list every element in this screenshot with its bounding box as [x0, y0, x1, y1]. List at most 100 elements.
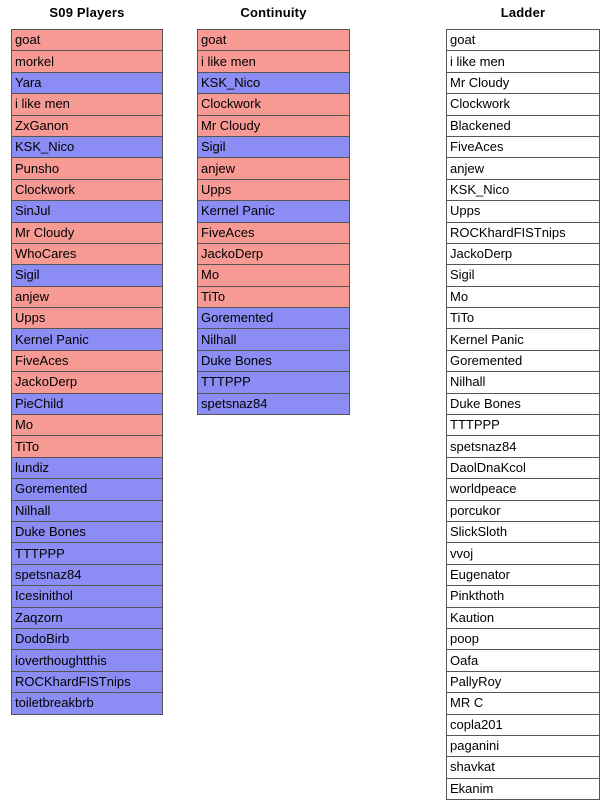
table-row: FiveAces	[197, 221, 350, 244]
player-name-cell: Mr Cloudy	[197, 114, 350, 137]
player-name-cell: KSK_Nico	[446, 178, 600, 202]
table-row: FiveAces	[11, 349, 163, 373]
table-row: ROCKhardFISTnips	[11, 670, 163, 694]
player-name-cell: worldpeace	[446, 478, 600, 501]
player-name-cell: i like men	[197, 50, 350, 73]
player-name-cell: SlickSloth	[446, 520, 600, 544]
table-row: PieChild	[11, 392, 163, 416]
table-row: MR C	[446, 692, 600, 715]
player-name-cell: Punsho	[11, 157, 163, 180]
player-name-cell: Mr Cloudy	[11, 221, 163, 244]
table-row: DaolDnaKcol	[446, 456, 600, 480]
table-row: i like men	[197, 50, 350, 73]
table-row: copla201	[446, 713, 600, 736]
player-name-cell: DodoBirb	[11, 627, 163, 651]
player-name-cell: spetsnaz84	[11, 563, 163, 587]
table-row: Goremented	[197, 307, 350, 330]
table-row: Clockwork	[446, 93, 600, 116]
column-title-continuity: Continuity	[240, 5, 307, 20]
table-row: JackoDerp	[197, 242, 350, 266]
player-name-cell: Goremented	[197, 307, 350, 330]
player-name-cell: Nilhall	[197, 328, 350, 351]
player-name-cell: PallyRoy	[446, 670, 600, 694]
player-name-cell: TTTPPP	[11, 542, 163, 565]
table-row: TiTo	[11, 435, 163, 458]
player-name-cell: poop	[446, 627, 600, 651]
table-row: anjew	[197, 157, 350, 180]
table-row: Nilhall	[197, 328, 350, 351]
table-row: Nilhall	[11, 499, 163, 522]
player-name-cell: JackoDerp	[197, 242, 350, 266]
player-name-cell: TTTPPP	[197, 371, 350, 394]
table-row: Pinkthoth	[446, 585, 600, 608]
table-row: Goremented	[11, 478, 163, 501]
table-row: i like men	[11, 93, 163, 116]
table-row: TiTo	[197, 285, 350, 309]
table-row: Sigil	[446, 264, 600, 287]
table-ladder: goat i like men Mr Cloudy Clockwork Blackene…	[446, 28, 600, 800]
table-row: Kernel Panic	[11, 328, 163, 351]
player-name-cell: Sigil	[11, 264, 163, 287]
player-name-cell: ROCKhardFISTnips	[446, 221, 600, 244]
table-row: Mr Cloudy	[446, 71, 600, 95]
player-name-cell: Kernel Panic	[197, 200, 350, 223]
player-name-cell: TiTo	[446, 307, 600, 330]
column-ladder: Ladder goat i like men Mr Cloudy Clockwork B…	[446, 0, 600, 800]
column-title-s09-players: S09 Players	[49, 5, 125, 20]
player-name-cell: TiTo	[197, 285, 350, 309]
table-row: Nilhall	[446, 371, 600, 394]
player-name-cell: Ekanim	[446, 777, 600, 800]
player-name-cell: Goremented	[11, 478, 163, 501]
player-name-cell: Sigil	[197, 135, 350, 159]
table-row: Mo	[446, 285, 600, 309]
player-name-cell: porcukor	[446, 499, 600, 522]
table-row: Mr Cloudy	[197, 114, 350, 137]
player-name-cell: TTTPPP	[446, 414, 600, 437]
player-name-cell: Kaution	[446, 606, 600, 629]
player-name-cell: Goremented	[446, 349, 600, 373]
table-s09-players: goat morkel Yara i like men ZxGanon KSK_Nico P…	[11, 28, 163, 715]
player-name-cell: i like men	[11, 93, 163, 116]
table-row: KSK_Nico	[197, 71, 350, 95]
table-row: Duke Bones	[446, 392, 600, 416]
player-name-cell: anjew	[11, 285, 163, 309]
player-name-cell: anjew	[446, 157, 600, 180]
player-name-cell: Icesinithol	[11, 585, 163, 608]
table-row: Yara	[11, 71, 163, 95]
player-name-cell: Mo	[11, 414, 163, 437]
table-row: i like men	[446, 50, 600, 73]
table-row: poop	[446, 627, 600, 651]
table-row: ZxGanon	[11, 114, 163, 137]
table-row: ROCKhardFISTnips	[446, 221, 600, 244]
table-row: Goremented	[446, 349, 600, 373]
table-row: anjew	[11, 285, 163, 309]
player-name-cell: ROCKhardFISTnips	[11, 670, 163, 694]
table-row: SlickSloth	[446, 520, 600, 544]
table-row: spetsnaz84	[446, 435, 600, 458]
player-name-cell: Duke Bones	[197, 349, 350, 373]
table-row: Ekanim	[446, 777, 600, 800]
table-body-s09-players: goat morkel Yara i like men ZxGanon KSK_Nico P…	[11, 28, 163, 715]
table-row: ioverthoughtthis	[11, 649, 163, 672]
table-row: goat	[11, 28, 163, 52]
player-name-cell: Upps	[197, 178, 350, 202]
table-row: Eugenator	[446, 563, 600, 587]
player-name-cell: morkel	[11, 50, 163, 73]
table-row: TTTPPP	[446, 414, 600, 437]
player-name-cell: i like men	[446, 50, 600, 73]
table-row: FiveAces	[446, 135, 600, 159]
table-row: Clockwork	[11, 178, 163, 202]
player-name-cell: WhoCares	[11, 242, 163, 266]
player-name-cell: ZxGanon	[11, 114, 163, 137]
player-name-cell: TiTo	[11, 435, 163, 458]
player-name-cell: KSK_Nico	[11, 135, 163, 159]
player-name-cell: FiveAces	[446, 135, 600, 159]
player-name-cell: paganini	[446, 734, 600, 758]
column-s09-players: S09 Players goat morkel Yara i like men ZxGa…	[11, 0, 163, 715]
table-row: shavkat	[446, 756, 600, 779]
table-row: worldpeace	[446, 478, 600, 501]
table-row: Kernel Panic	[446, 328, 600, 351]
player-name-cell: KSK_Nico	[197, 71, 350, 95]
table-row: Clockwork	[197, 93, 350, 116]
table-row: DodoBirb	[11, 627, 163, 651]
